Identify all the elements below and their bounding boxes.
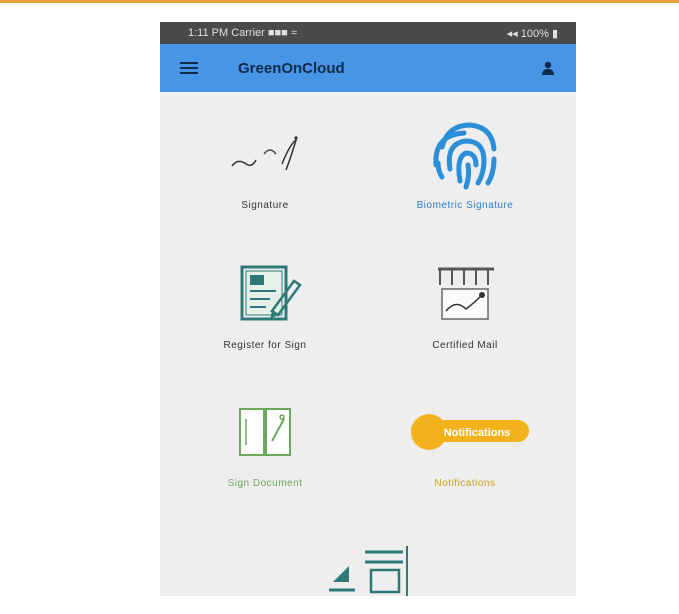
tile-sign-document[interactable]: Sign Document — [170, 392, 360, 489]
app-title: GreenOnCloud — [238, 59, 345, 77]
tile-label: Biometric Signature — [416, 200, 514, 211]
fingerprint-icon — [433, 122, 497, 190]
tile-biometric-signature[interactable]: Biometric Signature — [370, 114, 560, 211]
tile-signature[interactable]: Signature — [170, 114, 360, 211]
tile-notifications[interactable]: Notifications Notifications — [370, 392, 560, 489]
notifications-banner-icon: Notifications — [411, 414, 529, 450]
tile-label: Certified Mail — [432, 340, 498, 351]
document-list-icon[interactable] — [325, 542, 415, 596]
tile-label: Sign Document — [227, 478, 303, 489]
tile-label: Signature — [241, 200, 289, 211]
signature-icon — [231, 136, 298, 171]
account-icon[interactable] — [540, 60, 556, 76]
register-notebook-icon — [240, 265, 302, 321]
sign-document-icon — [239, 408, 291, 456]
tile-label: Notifications — [434, 478, 496, 489]
certified-mail-icon — [438, 267, 494, 320]
app-bar: GreenOnCloud — [160, 44, 576, 92]
menu-icon[interactable] — [180, 62, 198, 74]
status-right-text: ◂◂ 100% ▮ — [506, 27, 558, 40]
tile-certified-mail[interactable]: Certified Mail — [370, 254, 560, 351]
status-bar: 1:11 PM Carrier ■■■ ≈ ◂◂ 100% ▮ — [160, 22, 576, 44]
banner-text: Notifications — [444, 427, 511, 439]
top-accent-rule — [0, 0, 679, 3]
tile-label: Register for Sign — [223, 340, 307, 351]
phone-screen: 1:11 PM Carrier ■■■ ≈ ◂◂ 100% ▮ GreenOnC… — [160, 22, 576, 596]
tile-register-for-sign[interactable]: Register for Sign — [170, 254, 360, 351]
status-left-text: 1:11 PM Carrier ■■■ ≈ — [188, 27, 297, 39]
